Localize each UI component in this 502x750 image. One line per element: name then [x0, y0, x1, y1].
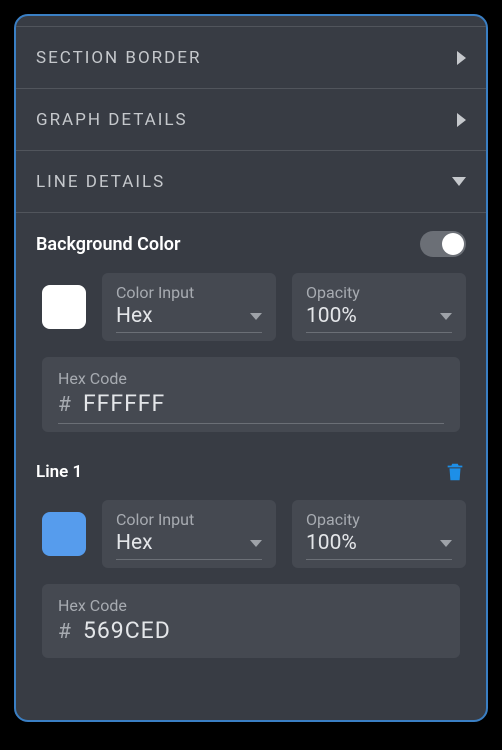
line-1-header: Line 1: [36, 460, 466, 484]
field-label: Color Input: [116, 510, 262, 529]
background-opacity-select[interactable]: Opacity 100%: [292, 273, 466, 341]
truncated-section-header: [16, 16, 486, 26]
field-label: Hex Code: [58, 369, 444, 388]
field-value: Hex: [116, 531, 153, 555]
field-label: Color Input: [116, 283, 262, 302]
hex-value: FFFFFF: [83, 390, 165, 417]
field-label: Opacity: [306, 510, 452, 529]
background-color-swatch[interactable]: [42, 285, 86, 329]
chevron-down-icon: [440, 540, 452, 547]
line-details-header[interactable]: LINE DETAILS: [16, 150, 486, 212]
line-1-color-row: Color Input Hex Opacity 100%: [36, 500, 466, 568]
section-border-label: SECTION BORDER: [36, 48, 201, 68]
background-color-header: Background Color: [36, 231, 466, 257]
section-border-header[interactable]: SECTION BORDER: [16, 26, 486, 88]
settings-panel: SECTION BORDER GRAPH DETAILS LINE DETAIL…: [14, 14, 488, 722]
chevron-down-icon: [452, 177, 466, 186]
line-details-body: Background Color Color Input Hex Opacity…: [16, 212, 486, 720]
graph-details-header[interactable]: GRAPH DETAILS: [16, 88, 486, 150]
chevron-right-icon: [457, 113, 466, 127]
field-label: Opacity: [306, 283, 452, 302]
field-value: Hex: [116, 304, 153, 328]
chevron-down-icon: [440, 313, 452, 320]
trash-icon[interactable]: [444, 460, 466, 484]
hex-prefix: #: [58, 620, 71, 644]
chevron-right-icon: [457, 51, 466, 65]
chevron-down-icon: [250, 540, 262, 547]
background-color-row: Color Input Hex Opacity 100%: [36, 273, 466, 341]
line-1-color-swatch[interactable]: [42, 512, 86, 556]
hex-prefix: #: [58, 393, 71, 417]
field-label: Hex Code: [58, 596, 444, 615]
hex-value: 569CED: [83, 617, 171, 644]
field-value: 100%: [306, 304, 357, 328]
graph-details-label: GRAPH DETAILS: [36, 110, 188, 130]
field-value: 100%: [306, 531, 357, 555]
background-hex-field[interactable]: Hex Code # FFFFFF: [42, 357, 460, 432]
line-details-label: LINE DETAILS: [36, 172, 165, 192]
line-1-hex-field[interactable]: Hex Code # 569CED: [42, 584, 460, 658]
background-color-toggle[interactable]: [420, 231, 466, 257]
background-color-label: Background Color: [36, 234, 180, 255]
chevron-down-icon: [250, 313, 262, 320]
line-1-opacity-select[interactable]: Opacity 100%: [292, 500, 466, 568]
line-1-color-input-select[interactable]: Color Input Hex: [102, 500, 276, 568]
background-color-input-select[interactable]: Color Input Hex: [102, 273, 276, 341]
line-1-title: Line 1: [36, 462, 82, 482]
